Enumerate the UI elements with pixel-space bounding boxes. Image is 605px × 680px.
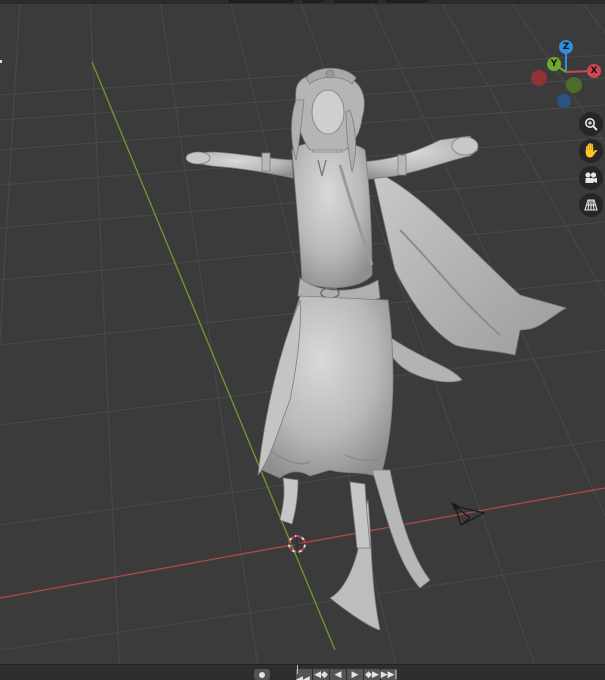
grid-perspective-icon <box>584 199 598 211</box>
x-axis-line <box>0 487 605 599</box>
edge-marker <box>0 60 2 63</box>
zoom-in-icon <box>585 118 598 131</box>
navigation-gizmo[interactable]: Z Y X <box>524 36 604 116</box>
jump-keyframe-back-button[interactable]: ◀◆ <box>313 669 329 680</box>
camera-icon <box>585 172 597 183</box>
pan-button[interactable]: ✋ <box>579 139 603 163</box>
zoom-in-button[interactable] <box>579 112 603 136</box>
jump-end-button[interactable]: ▶▶| <box>381 669 397 680</box>
play-button[interactable]: ▶ <box>347 669 363 680</box>
header-dropdown-3[interactable] <box>386 0 428 3</box>
hand-icon: ✋ <box>582 143 600 159</box>
neg-x-axis-ball[interactable] <box>531 70 547 86</box>
camera-view-button[interactable] <box>579 166 603 190</box>
neg-z-axis-ball[interactable] <box>557 94 571 108</box>
play-reverse-button[interactable]: ◀ <box>330 669 346 680</box>
header-toggle[interactable] <box>302 0 324 3</box>
record-icon <box>259 671 265 678</box>
character-model[interactable] <box>185 67 568 631</box>
z-axis-ball[interactable]: Z <box>559 40 573 54</box>
x-axis-ball[interactable]: X <box>587 64 601 78</box>
jump-keyframe-forward-button[interactable]: ◆▶ <box>364 669 380 680</box>
header-dropdown-2[interactable] <box>334 0 378 3</box>
jump-start-button[interactable]: |◀◀ <box>296 665 312 680</box>
3d-cursor[interactable] <box>287 534 307 554</box>
3d-viewport[interactable]: Z Y X ✋ |◀◀ ◀◆ ◀ ▶ ◆▶ ▶▶| <box>0 0 605 680</box>
viewport-scene[interactable] <box>0 0 605 680</box>
neg-y-axis-ball[interactable] <box>566 77 582 93</box>
viewport-header <box>0 0 605 4</box>
keying-button[interactable] <box>254 669 270 680</box>
perspective-toggle-button[interactable] <box>579 193 603 217</box>
y-axis-ball[interactable]: Y <box>547 57 561 71</box>
header-dropdown[interactable] <box>228 0 294 3</box>
